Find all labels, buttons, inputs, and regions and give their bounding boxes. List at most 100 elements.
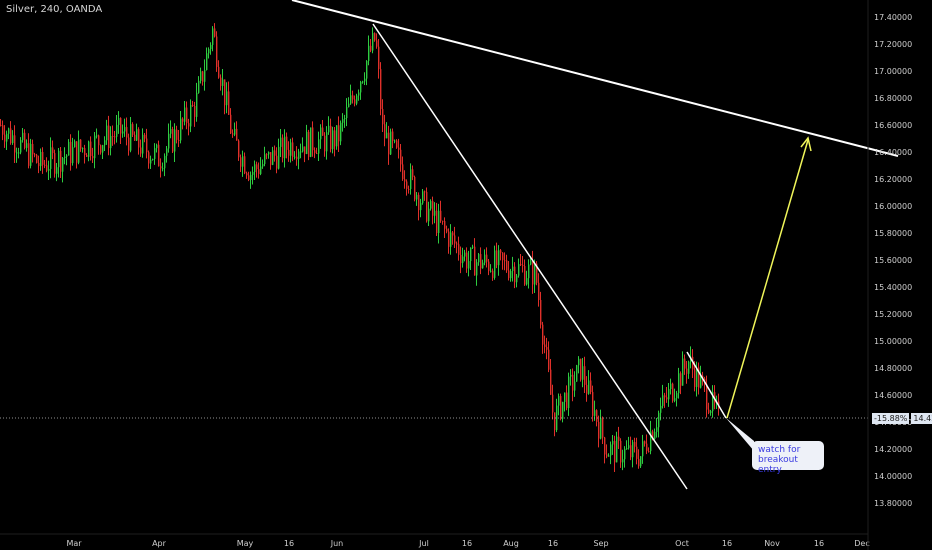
candle bbox=[422, 189, 424, 205]
candle bbox=[358, 89, 360, 101]
candle bbox=[338, 116, 340, 152]
candle bbox=[328, 116, 330, 135]
candle bbox=[570, 369, 572, 386]
candle bbox=[82, 147, 84, 153]
candle bbox=[404, 170, 406, 189]
candle bbox=[118, 111, 120, 134]
candle bbox=[196, 82, 198, 122]
candle bbox=[316, 147, 318, 155]
y-tick-label: 16.40000 bbox=[874, 148, 912, 157]
candle bbox=[390, 128, 392, 155]
candle bbox=[468, 250, 470, 277]
candle bbox=[416, 191, 418, 206]
candle bbox=[432, 196, 434, 225]
candle bbox=[140, 139, 142, 157]
candle bbox=[628, 436, 630, 450]
candle bbox=[376, 33, 378, 49]
candle bbox=[64, 147, 66, 165]
candle bbox=[148, 150, 150, 169]
candle bbox=[312, 121, 314, 157]
candle bbox=[282, 134, 284, 163]
candle bbox=[114, 130, 116, 145]
candle bbox=[506, 254, 508, 273]
candle bbox=[526, 270, 528, 286]
y-tick-label: 17.20000 bbox=[874, 40, 912, 49]
candle bbox=[388, 125, 390, 165]
candle bbox=[182, 117, 184, 130]
candle bbox=[470, 247, 472, 271]
candle bbox=[364, 72, 366, 86]
symbol-title: Silver, 240, OANDA bbox=[6, 4, 103, 15]
candle bbox=[156, 143, 158, 153]
candle bbox=[22, 128, 24, 143]
y-tick-label: 15.60000 bbox=[874, 256, 912, 265]
candle bbox=[258, 162, 260, 179]
x-tick-label: 16 bbox=[722, 539, 732, 548]
resistance-trendline[interactable] bbox=[291, 0, 899, 157]
candle bbox=[474, 238, 476, 276]
descending-trendline[interactable] bbox=[372, 23, 688, 490]
candle bbox=[318, 131, 320, 162]
candle bbox=[342, 113, 344, 132]
candle bbox=[126, 117, 128, 146]
y-tick-label: 17.40000 bbox=[874, 13, 912, 22]
candle bbox=[188, 118, 190, 136]
candle bbox=[664, 392, 666, 408]
x-tick-label: Oct bbox=[675, 539, 689, 548]
candle bbox=[266, 153, 268, 160]
candle bbox=[666, 387, 668, 403]
candle bbox=[688, 360, 690, 379]
candle bbox=[402, 156, 404, 181]
candle bbox=[190, 99, 192, 133]
candle bbox=[522, 256, 524, 273]
candle bbox=[480, 247, 482, 275]
candle bbox=[520, 253, 522, 266]
y-axis: 17.40000 17.20000 17.00000 16.80000 16.60000… bbox=[874, 13, 912, 508]
candle bbox=[662, 384, 664, 409]
candle bbox=[496, 242, 498, 269]
candle bbox=[146, 128, 148, 159]
candle bbox=[444, 217, 446, 239]
candle bbox=[554, 412, 556, 437]
x-tick-label: Nov bbox=[764, 539, 780, 548]
candle bbox=[546, 337, 548, 360]
x-axis: Mar Apr May 16 Jun Jul 16 Aug 16 Sep Oct 16 Nov 16 Dec bbox=[66, 539, 869, 548]
candle bbox=[152, 158, 154, 161]
candle bbox=[228, 81, 230, 116]
candle bbox=[8, 127, 10, 140]
candle bbox=[222, 69, 224, 96]
candle bbox=[198, 76, 200, 94]
candle bbox=[630, 436, 632, 461]
candle bbox=[548, 341, 550, 373]
candle bbox=[568, 372, 570, 416]
candle bbox=[52, 140, 54, 160]
x-tick-label: 16 bbox=[462, 539, 472, 548]
candle bbox=[88, 140, 90, 162]
candle bbox=[672, 382, 674, 403]
candle bbox=[466, 247, 468, 273]
x-tick-label: Mar bbox=[66, 539, 82, 548]
candle bbox=[618, 426, 620, 449]
candle bbox=[360, 80, 362, 100]
projection-arrow-shaft bbox=[726, 139, 809, 419]
candle bbox=[518, 258, 520, 278]
candle bbox=[240, 154, 242, 173]
candle bbox=[602, 416, 604, 445]
candle bbox=[380, 62, 382, 116]
candle bbox=[472, 244, 474, 249]
candle bbox=[26, 139, 28, 152]
candle bbox=[454, 226, 456, 249]
candle bbox=[698, 362, 700, 395]
candle bbox=[510, 268, 512, 282]
candle bbox=[314, 147, 316, 159]
candle bbox=[268, 151, 270, 159]
candle bbox=[242, 150, 244, 177]
candle bbox=[158, 140, 160, 167]
candle bbox=[674, 388, 676, 403]
candle bbox=[62, 157, 64, 183]
current-price-value: 14.42950 bbox=[911, 413, 932, 424]
breakout-callout[interactable]: watch for breakout entry bbox=[752, 441, 824, 475]
candle bbox=[294, 151, 296, 160]
candle bbox=[420, 198, 422, 218]
projection-arrow[interactable] bbox=[726, 136, 812, 419]
